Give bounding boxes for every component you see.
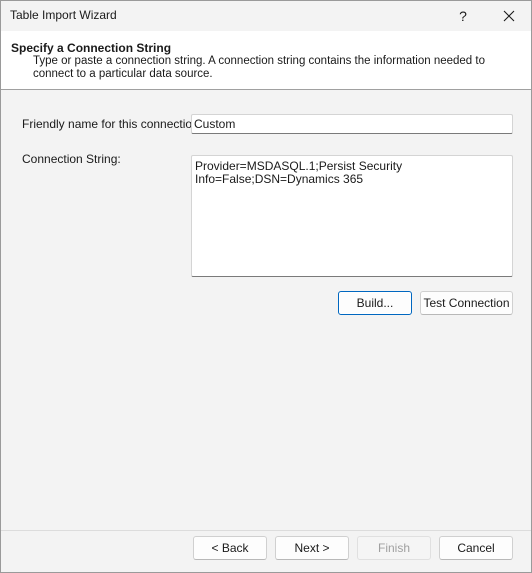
finish-button[interactable]: Finish: [357, 536, 431, 560]
close-button[interactable]: [487, 1, 531, 30]
build-button[interactable]: Build...: [338, 291, 412, 315]
help-icon: ?: [459, 7, 467, 24]
finish-button-label: Finish: [377, 541, 410, 555]
back-button[interactable]: < Back: [193, 536, 267, 560]
test-connection-button[interactable]: Test Connection: [420, 291, 513, 315]
test-connection-button-label: Test Connection: [423, 296, 510, 310]
back-button-label: < Back: [211, 541, 249, 555]
page-title: Specify a Connection String: [11, 41, 172, 55]
connection-string-label: Connection String:: [22, 152, 121, 166]
cancel-button-label: Cancel: [457, 541, 495, 555]
help-button[interactable]: ?: [441, 1, 485, 30]
next-button[interactable]: Next >: [275, 536, 349, 560]
cancel-button[interactable]: Cancel: [439, 536, 513, 560]
page-description: Type or paste a connection string. A con…: [33, 55, 485, 80]
wizard-header: Specify a Connection String Type or past…: [1, 31, 531, 90]
close-icon: [503, 10, 515, 21]
connection-string-field[interactable]: Provider=MSDASQL.1;Persist Security Info…: [191, 155, 513, 277]
footer-divider: [1, 530, 531, 531]
table-import-wizard-window: Table Import Wizard ? Specify a Connecti…: [0, 0, 532, 573]
friendly-name-input[interactable]: [191, 114, 513, 134]
next-button-label: Next >: [294, 541, 330, 555]
build-button-label: Build...: [356, 296, 394, 310]
title-bar[interactable]: Table Import Wizard ?: [1, 1, 531, 30]
window-title: Table Import Wizard: [10, 8, 117, 22]
friendly-name-label: Friendly name for this connection:: [22, 117, 203, 131]
